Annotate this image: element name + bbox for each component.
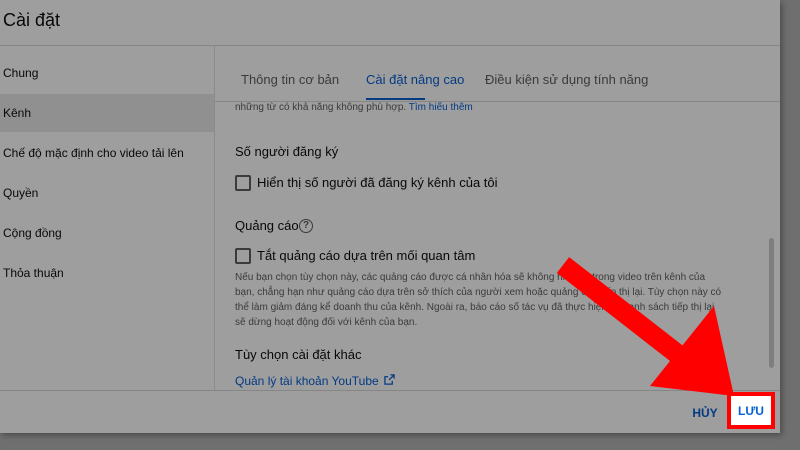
footer-divider — [0, 390, 780, 391]
tab-advanced-settings[interactable]: Cài đặt nâng cao — [366, 72, 464, 87]
active-tab-indicator — [366, 98, 425, 100]
sidebar-item-community[interactable]: Cộng đồng — [0, 214, 214, 252]
content-scrollbar[interactable] — [769, 238, 774, 368]
sidebar-item-channel[interactable]: Kênh — [0, 94, 214, 132]
subscribers-heading: Số người đăng ký — [235, 144, 339, 159]
dialog-title: Cài đặt — [3, 10, 61, 30]
show-subscriber-count-checkbox[interactable] — [235, 175, 251, 191]
help-circle-icon[interactable]: ? — [299, 219, 313, 233]
disable-interest-ads-checkbox[interactable] — [235, 248, 251, 264]
sidebar-item-agreements[interactable]: Thỏa thuận — [0, 254, 214, 292]
sidebar-item-upload-defaults[interactable]: Chế độ mặc định cho video tải lên — [0, 134, 214, 172]
disable-interest-ads-label: Tắt quảng cáo dựa trên mối quan tâm — [257, 248, 476, 263]
truncated-description: những từ có khả năng không phù hợp. Tìm … — [235, 102, 473, 113]
save-button[interactable]: LƯU — [727, 392, 775, 429]
external-link-icon — [383, 374, 395, 388]
sidebar-item-permissions[interactable]: Quyền — [0, 174, 214, 212]
settings-dialog: Cài đặt Chung Kênh Chế độ mặc định cho v… — [0, 0, 780, 433]
tab-bar: Thông tin cơ bản Cài đặt nâng cao Điều k… — [215, 46, 780, 101]
sidebar: Chung Kênh Chế độ mặc định cho video tải… — [0, 46, 214, 390]
ads-description: Nếu bạn chọn tùy chọn này, các quảng cáo… — [235, 270, 730, 330]
ads-description-line: thể làm giảm đáng kể doanh thu của kênh.… — [235, 302, 715, 313]
ads-description-line: Nếu bạn chọn tùy chọn này, các quảng cáo… — [235, 272, 706, 283]
settings-content: những từ có khả năng không phù hợp. Tìm … — [215, 102, 780, 390]
manage-youtube-account-label: Quản lý tài khoản YouTube — [235, 374, 379, 388]
learn-more-link[interactable]: Tìm hiểu thêm — [409, 102, 473, 113]
cancel-button[interactable]: HỦY — [684, 402, 726, 424]
sidebar-item-general[interactable]: Chung — [0, 54, 214, 92]
truncated-text: những từ có khả năng không phù hợp. — [235, 102, 407, 113]
ads-description-line: sẽ dừng hoạt động đối với kênh của bạn. — [235, 317, 418, 328]
tab-feature-eligibility[interactable]: Điều kiện sử dụng tính năng — [485, 72, 648, 87]
ads-description-line: bạn, chẳng hạn như quảng cáo dựa trên sở… — [235, 287, 722, 298]
other-settings-heading: Tùy chọn cài đặt khác — [235, 347, 362, 362]
manage-youtube-account-link[interactable]: Quản lý tài khoản YouTube — [235, 374, 395, 388]
tab-basic-info[interactable]: Thông tin cơ bản — [241, 72, 339, 87]
ads-heading: Quảng cáo — [235, 218, 299, 233]
show-subscriber-count-label: Hiển thị số người đã đăng ký kênh của tô… — [257, 175, 498, 190]
